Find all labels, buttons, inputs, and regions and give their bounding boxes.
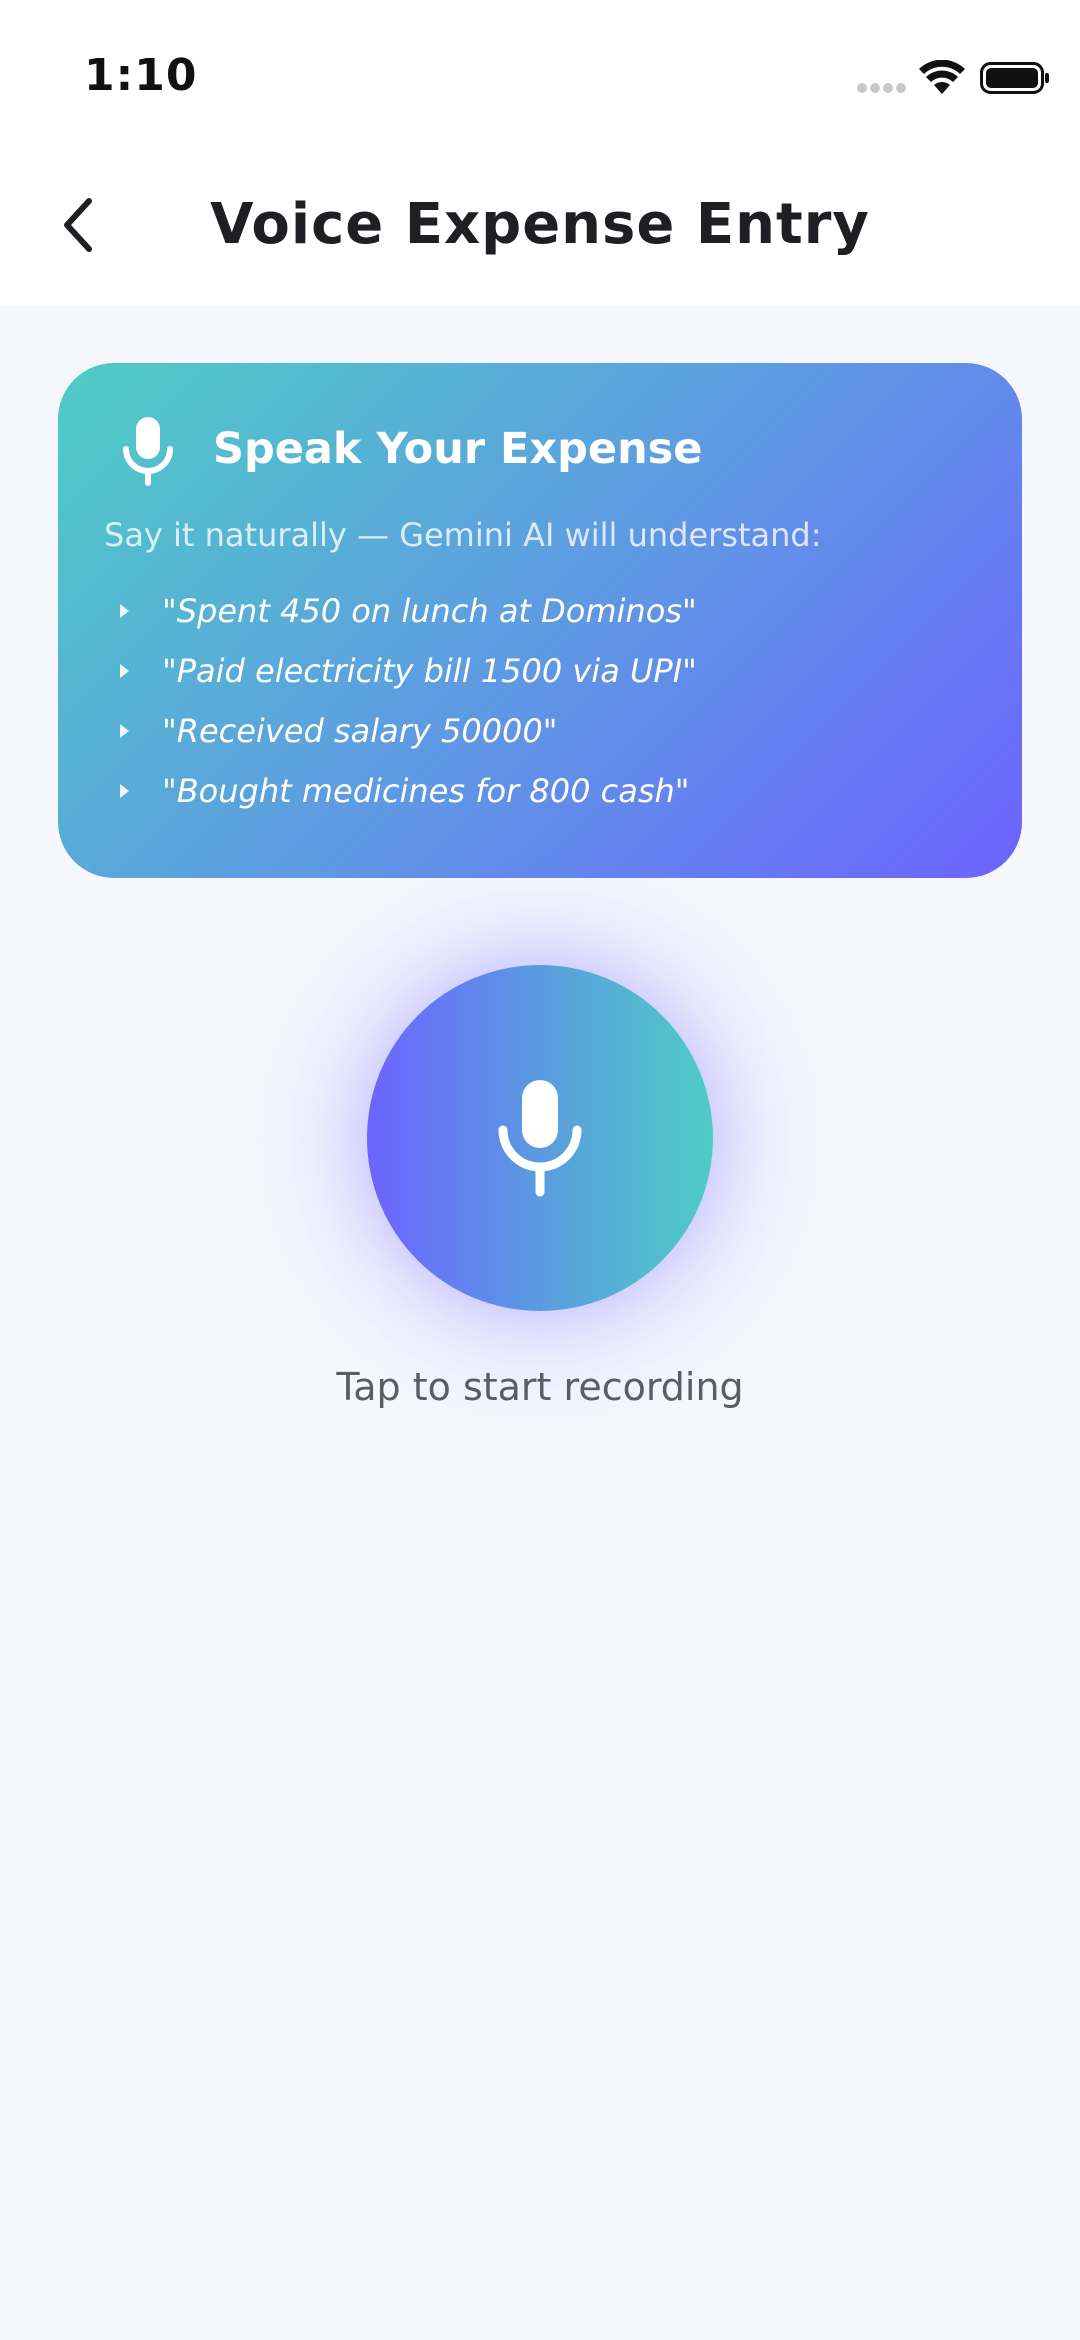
record-hint: Tap to start recording xyxy=(336,1365,744,1409)
microphone-icon xyxy=(498,1080,582,1197)
list-item: "Bought medicines for 800 cash" xyxy=(120,761,690,821)
example-text: "Paid electricity bill 1500 via UPI" xyxy=(162,652,697,690)
page-title: Voice Expense Entry xyxy=(210,192,870,257)
record-button[interactable] xyxy=(367,965,713,1311)
status-time: 1:10 xyxy=(84,50,198,101)
wifi-icon xyxy=(919,60,965,94)
list-item: "Received salary 50000" xyxy=(120,701,655,761)
example-text: "Received salary 50000" xyxy=(162,712,558,750)
bullet-icon xyxy=(120,724,129,738)
app-header: Voice Expense Entry xyxy=(0,140,1080,306)
bullet-icon xyxy=(120,784,129,798)
example-list: "Spent 450 on lunch at Dominos" "Paid el… xyxy=(120,581,697,821)
cellular-signal-icon xyxy=(857,83,907,95)
list-item: "Paid electricity bill 1500 via UPI" xyxy=(120,641,697,701)
bullet-icon xyxy=(120,604,129,618)
bullet-icon xyxy=(120,664,129,678)
instructions-card: Speak Your Expense Say it naturally — Ge… xyxy=(58,363,1022,878)
microphone-icon xyxy=(123,417,173,486)
example-text: "Bought medicines for 800 cash" xyxy=(162,772,690,810)
status-bar: 1:10 xyxy=(0,0,1080,140)
battery-icon xyxy=(980,62,1049,94)
card-subtitle: Say it naturally — Gemini AI will unders… xyxy=(104,516,822,554)
list-item: "Spent 450 on lunch at Dominos" xyxy=(120,581,697,641)
example-text: "Spent 450 on lunch at Dominos" xyxy=(162,592,697,630)
card-title: Speak Your Expense xyxy=(213,424,703,474)
